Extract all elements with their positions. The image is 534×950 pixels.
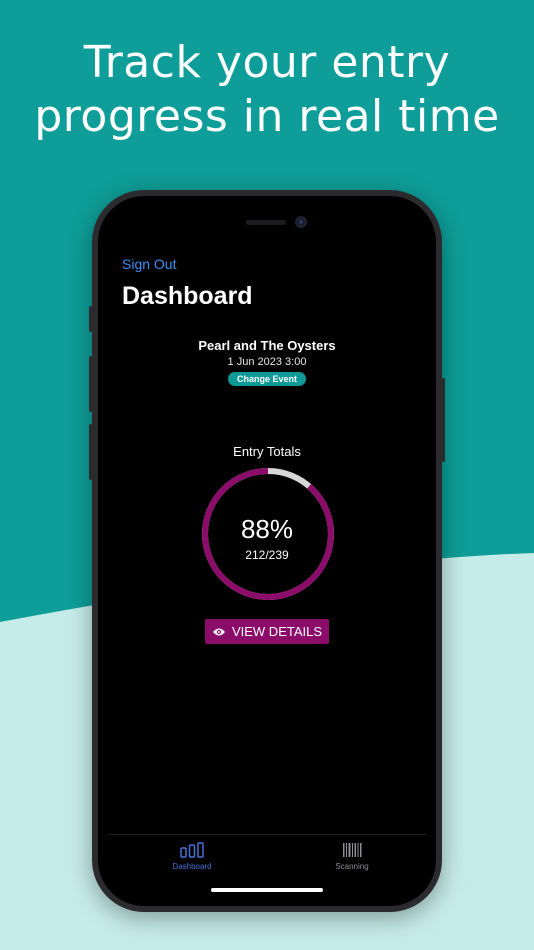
view-details-label: VIEW DETAILS: [231, 624, 323, 639]
promo-headline-line-2: progress in real time: [34, 91, 500, 142]
tab-scanning-label: Scanning: [335, 862, 369, 871]
phone-side-button-volume-down: [89, 424, 92, 480]
promo-screen: Track your entry progress in real time S…: [0, 0, 534, 950]
phone-side-button-volume-up: [89, 356, 92, 412]
phone-frame: Sign Out Dashboard Pearl and The Oysters…: [89, 190, 445, 912]
view-details-button[interactable]: VIEW DETAILS: [205, 619, 329, 644]
tab-scanning[interactable]: Scanning: [292, 842, 412, 871]
front-camera: [295, 216, 307, 228]
bar-chart-icon: [180, 842, 204, 858]
entry-percent: 88%: [240, 514, 294, 544]
page-title: Dashboard: [122, 282, 253, 310]
event-info: Pearl and The Oysters 1 Jun 2023 3:00 Ch…: [98, 338, 436, 387]
entry-count: 212/239: [245, 548, 289, 562]
event-name: Pearl and The Oysters: [198, 338, 336, 353]
sign-out-link[interactable]: Sign Out: [122, 256, 176, 272]
tab-dashboard[interactable]: Dashboard: [132, 842, 252, 871]
phone-speaker: [246, 220, 286, 225]
tab-bar-divider: [108, 834, 426, 835]
entry-totals-label: Entry Totals: [233, 444, 301, 459]
event-date: 1 Jun 2023 3:00: [227, 356, 307, 368]
phone-side-button-mute: [89, 306, 92, 332]
phone-screen: Sign Out Dashboard Pearl and The Oysters…: [98, 196, 436, 906]
change-event-button[interactable]: Change Event: [227, 372, 306, 386]
promo-headline: Track your entry progress in real time: [0, 36, 534, 144]
promo-headline-line-1: Track your entry: [83, 37, 451, 88]
tab-dashboard-label: Dashboard: [172, 862, 212, 871]
home-indicator[interactable]: [211, 888, 323, 892]
barcode-icon: [343, 843, 362, 857]
eye-icon: [212, 628, 225, 635]
phone-side-button-power: [442, 378, 445, 462]
